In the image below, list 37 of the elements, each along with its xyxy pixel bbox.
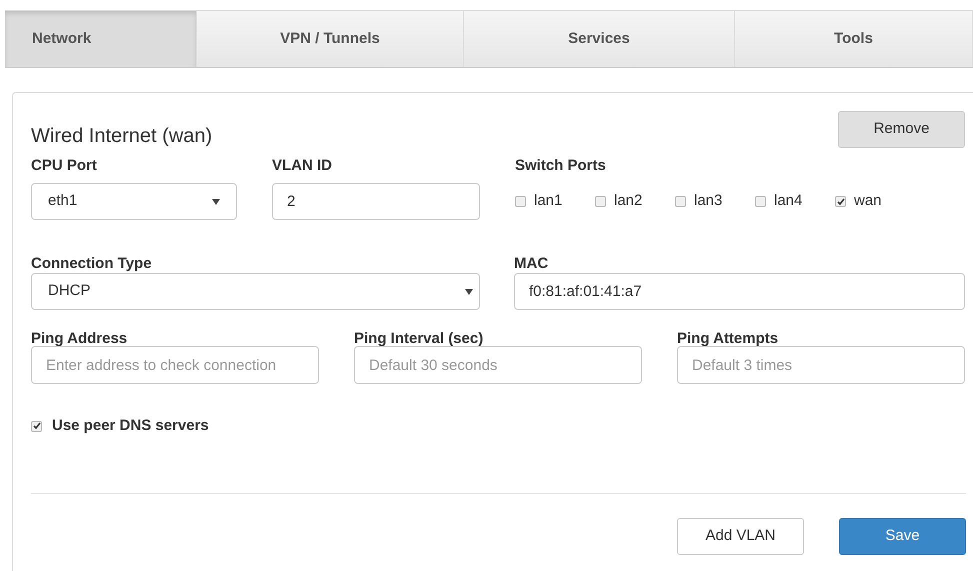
tab[interactable]: VPN / Tunnels <box>197 10 464 67</box>
mac-field[interactable]: f0:81:af:01:41:a7 <box>514 273 965 310</box>
add-button[interactable]: Add VLAN <box>677 518 804 555</box>
remove-button[interactable]: Remove <box>838 111 965 148</box>
section-title: Wired Internet (wan) <box>31 124 212 149</box>
ping-field[interactable]: Default 3 times <box>677 346 965 384</box>
field-label: Ping Interval (sec) <box>354 329 484 348</box>
caret-icon <box>212 198 220 204</box>
field-label: Ping Attempts <box>677 329 780 348</box>
tab[interactable]: Tools <box>735 10 973 67</box>
checkbox[interactable] <box>835 196 846 207</box>
checkbox-label: Use peer DNS servers <box>52 416 209 436</box>
field-label: CPU Port <box>31 156 98 175</box>
checkbox[interactable] <box>675 196 686 207</box>
field-label: VLAN ID <box>272 156 333 175</box>
ping-field[interactable]: Enter address to check connection <box>31 346 319 384</box>
caret-icon <box>465 288 473 294</box>
checkbox[interactable] <box>31 420 42 432</box>
checkbox-label: wan <box>854 191 882 212</box>
field-label: Switch Ports <box>515 156 607 175</box>
checkbox-label: lan3 <box>694 191 722 212</box>
field-label: Ping Address <box>31 329 128 348</box>
checkbox-label: lan1 <box>534 191 562 212</box>
tab[interactable]: Services <box>464 10 735 67</box>
vlan-id-field[interactable]: 2 <box>272 183 480 220</box>
ping-field[interactable]: Default 30 seconds <box>354 346 642 384</box>
field-label: MAC <box>514 254 550 273</box>
checkbox[interactable] <box>755 196 766 207</box>
checkbox[interactable] <box>515 196 526 207</box>
checkbox[interactable] <box>595 196 606 207</box>
tab[interactable]: Network <box>5 10 197 67</box>
checkbox-label: lan4 <box>774 191 802 212</box>
connection-type-select[interactable]: DHCP <box>31 273 480 310</box>
checkbox-label: lan2 <box>614 191 642 212</box>
save-button[interactable]: Save <box>839 518 966 555</box>
cpu-port-select[interactable]: eth1 <box>31 183 237 220</box>
field-label: Connection Type <box>31 254 153 273</box>
